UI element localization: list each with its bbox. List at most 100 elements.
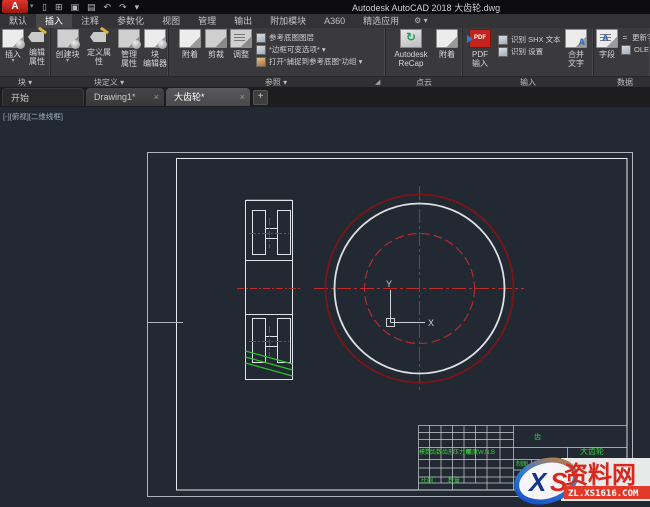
update-field-icon: = <box>622 32 628 42</box>
panel-reference: 附着 剪裁 调整 参考底图图层 *边框可变选项* ▾ 打开“捕捉到参考底图”功组… <box>168 28 386 76</box>
ribbon-tab-a360[interactable]: A360 <box>315 14 354 28</box>
frames-option-icon <box>256 44 266 55</box>
file-tab-start[interactable]: 开始 <box>2 88 84 106</box>
combine-text-label2: 文字 <box>568 59 584 68</box>
combine-text-label: 合并 <box>568 50 584 59</box>
ole-object-icon <box>621 44 631 55</box>
model-space-canvas[interactable]: [-][俯视][二维线框] <box>0 107 650 507</box>
save-icon[interactable]: ▣ <box>71 2 80 13</box>
autocad-window: A ▾ ▯ ⊞ ▣ ▤ ↶ ↷ ▾ Autodesk AutoCAD 2018 … <box>0 0 650 507</box>
underlay-layers-icon <box>256 32 266 43</box>
redo-icon[interactable]: ↷ <box>119 2 127 13</box>
app-menu-arrow-icon[interactable]: ▾ <box>30 2 34 10</box>
edit-attribute-icon <box>27 29 47 46</box>
pdf-import-button[interactable]: PDF PDF 输入 <box>466 29 494 68</box>
create-block-button[interactable]: 创建块 ▾ <box>54 29 81 64</box>
frames-option-button[interactable]: *边框可变选项* ▾ <box>256 44 384 55</box>
edit-attribute-label: 编辑 <box>29 48 45 57</box>
block-editor-label2: 编辑器 <box>143 59 167 68</box>
manage-attributes-button[interactable]: 管理 属性 <box>116 29 142 68</box>
file-tab-dachilun-label: 大齿轮* <box>174 92 205 102</box>
combine-text-button[interactable]: 合并 文字 <box>562 29 590 68</box>
tb-sign: 审核 <box>551 462 564 468</box>
panel-block: 插入 ▾ 编辑 属性 <box>0 28 51 76</box>
ribbon-tab-manage[interactable]: 管理 <box>189 14 225 28</box>
tb-note: 齿 <box>534 434 541 441</box>
snap-to-underlay-icon <box>256 56 266 67</box>
recognize-shx-text-label: 识别 SHX 文本 <box>511 35 561 44</box>
recognize-shx-text-icon <box>498 34 508 45</box>
frames-option-label: *边框可变选项* ▾ <box>269 45 326 54</box>
pdf-import-label: PDF <box>472 50 488 59</box>
ribbon-tab-insert[interactable]: 插入 <box>36 14 73 28</box>
insert-dropdown-icon: ▾ <box>11 58 15 64</box>
pointcloud-attach-button[interactable]: 附着 <box>435 29 459 59</box>
quick-access-toolbar: ▯ ⊞ ▣ ▤ ↶ ↷ ▾ <box>42 0 139 14</box>
recognize-shx-text-button[interactable]: 识别 SHX 文本 <box>498 34 561 45</box>
panel-block-definition: 创建块 ▾ 定义属性 管理 属性 块 编辑器 <box>50 28 169 76</box>
insert-block-button[interactable]: 插入 ▾ <box>2 29 25 64</box>
manage-attributes-label2: 属性 <box>121 59 137 68</box>
underlay-layers-button[interactable]: 参考底图图层 <box>256 32 384 43</box>
file-tab-dachilun[interactable]: 大齿轮* × <box>166 88 250 106</box>
ole-object-label: OLE 对象 <box>634 45 650 54</box>
ribbon-tab-addins[interactable]: 附加模块 <box>261 14 315 28</box>
ole-object-button[interactable]: OLE 对象 <box>621 44 650 55</box>
adjust-button[interactable]: 调整 <box>229 29 253 59</box>
autodesk-recap-label: Autodesk <box>394 50 428 59</box>
viewport-controls[interactable]: [-][俯视][二维线框] <box>3 111 63 122</box>
block-editor-button[interactable]: 块 编辑器 <box>143 29 167 68</box>
file-tab-drawing1[interactable]: Drawing1* × <box>86 88 164 106</box>
tb-part-name: 大齿轮 <box>580 447 604 456</box>
create-block-dropdown-icon: ▾ <box>65 58 69 64</box>
pointcloud-attach-icon <box>436 29 458 48</box>
update-field-button[interactable]: = 更新字段 <box>621 32 650 43</box>
ribbon-tab-output[interactable]: 输出 <box>225 14 261 28</box>
new-file-icon[interactable]: ▯ <box>42 2 47 13</box>
ribbon-tab-default[interactable]: 默认 <box>0 14 36 28</box>
panel-import: PDF PDF 输入 识别 SHX 文本 识别 设置 合并 文字 <box>462 28 594 76</box>
clip-label: 剪裁 <box>208 50 224 59</box>
manage-attributes-icon <box>118 29 141 49</box>
plot-icon[interactable]: ▤ <box>87 2 96 13</box>
file-tab-bar: 开始 Drawing1* × 大齿轮* × + <box>0 87 650 107</box>
app-menu-button[interactable]: A <box>2 0 28 13</box>
ribbon-tab-annotate[interactable]: 注释 <box>72 14 108 28</box>
field-button[interactable]: 字段 <box>595 29 619 59</box>
snap-to-underlay-button[interactable]: 打开“捕捉到参考底图”功组 ▾ <box>256 56 384 67</box>
block-editor-label: 块 <box>151 50 159 59</box>
tb-extra: 数量 <box>448 479 461 485</box>
undo-icon[interactable]: ↶ <box>104 2 112 13</box>
define-attributes-button[interactable]: 定义属性 <box>84 29 114 66</box>
open-file-icon[interactable]: ⊞ <box>55 2 63 13</box>
reference-dialog-launcher-icon[interactable]: ◢ <box>375 78 380 86</box>
file-tab-drawing1-close-icon[interactable]: × <box>154 88 159 106</box>
ribbon-tab-bar: 默认 插入 注释 参数化 视图 管理 输出 附加模块 A360 精选应用 ⚙ ▾ <box>0 14 650 28</box>
insert-block-icon <box>2 29 25 49</box>
recognition-settings-button[interactable]: 识别 设置 <box>498 46 560 57</box>
ribbon-tab-parametric[interactable]: 参数化 <box>108 14 153 28</box>
new-drawing-tab-button[interactable]: + <box>253 90 268 105</box>
adjust-label: 调整 <box>233 50 249 59</box>
title-bar: A ▾ ▯ ⊞ ▣ ▤ ↶ ↷ ▾ Autodesk AutoCAD 2018 … <box>0 0 650 14</box>
workspace-switch-icon[interactable]: ⚙ ▾ <box>414 14 427 28</box>
recognition-settings-label: 识别 设置 <box>511 47 544 56</box>
clip-button[interactable]: 剪裁 <box>204 29 228 59</box>
edit-attribute-button[interactable]: 编辑 属性 <box>26 29 48 66</box>
underlay-layers-label: 参考底图图层 <box>269 33 314 42</box>
ribbon: 插入 ▾ 编辑 属性 创建块 ▾ 定义属性 管理 属性 块 编辑器 附着 剪裁 … <box>0 28 650 76</box>
autodesk-recap-button[interactable]: ↻ Autodesk ReCap <box>389 29 433 68</box>
attach-button[interactable]: 附着 <box>178 29 202 59</box>
attach-label: 附着 <box>182 50 198 59</box>
ribbon-tab-featured-apps[interactable]: 精选应用 <box>354 14 408 28</box>
ribbon-tab-view[interactable]: 视图 <box>153 14 189 28</box>
field-icon <box>596 29 618 48</box>
create-block-icon <box>56 29 80 49</box>
tb-param: W.N.B <box>478 450 496 456</box>
edit-attribute-label2: 属性 <box>29 57 45 66</box>
file-tab-dachilun-close-icon[interactable]: × <box>240 88 245 106</box>
define-attributes-label: 定义属性 <box>87 48 111 66</box>
qat-dropdown-icon[interactable]: ▾ <box>135 2 140 13</box>
snap-to-underlay-label: 打开“捕捉到参考底图”功组 ▾ <box>269 57 363 66</box>
tb-sign: 制图 <box>516 462 529 468</box>
